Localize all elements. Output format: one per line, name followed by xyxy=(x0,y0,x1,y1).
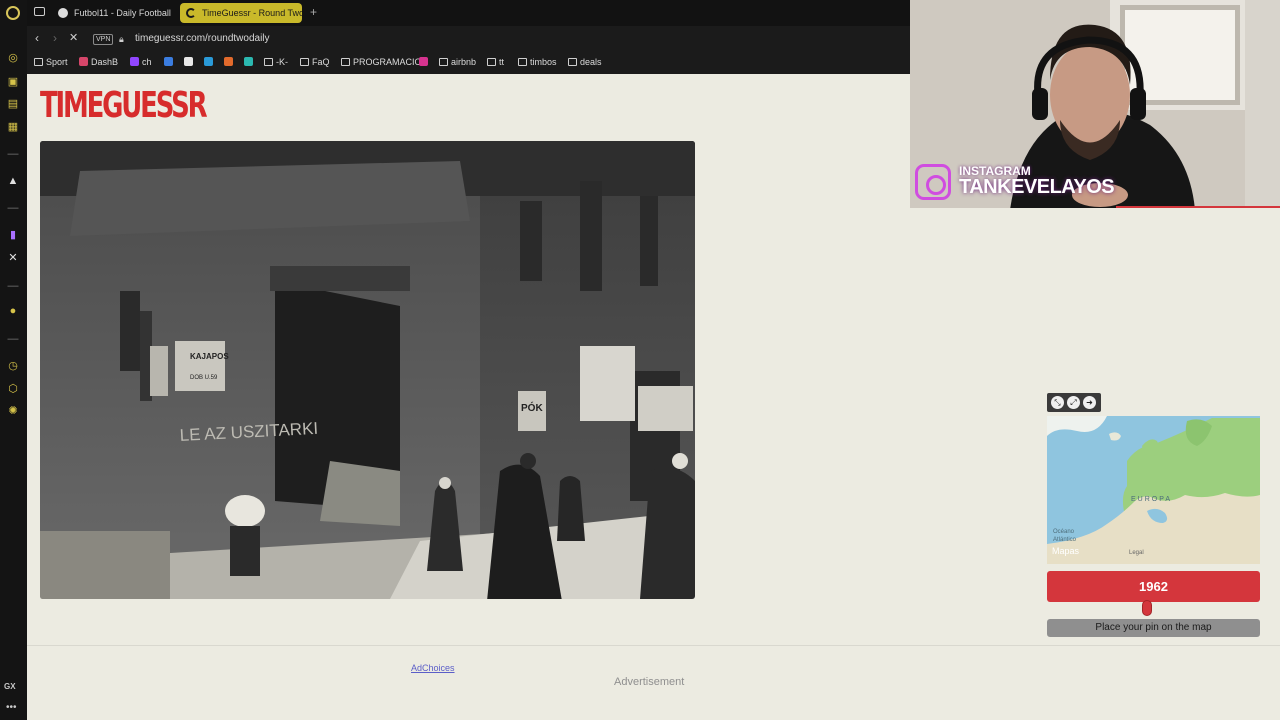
separator-icon: — xyxy=(7,280,19,292)
map-toolbar: ⤡ ⤢ ➜ xyxy=(1047,393,1101,412)
stop-loading-icon[interactable]: ✕ xyxy=(69,31,78,44)
tab-label: Futbol11 - Daily Football G xyxy=(74,8,172,18)
tab-timeguessr[interactable]: TimeGuessr - Round Two xyxy=(180,3,302,23)
map-ocean-label-2: Atlántico xyxy=(1053,537,1077,543)
tab-bar: Futbol11 - Daily Football G TimeGuessr -… xyxy=(27,0,910,26)
poster-subtext: DOB U.59 xyxy=(190,375,218,381)
vpn-badge[interactable]: VPN xyxy=(93,34,114,45)
folder-icon xyxy=(34,58,43,66)
forward-icon[interactable]: › xyxy=(53,31,57,45)
bookmark-dashb[interactable]: DashB xyxy=(79,57,118,67)
ad-choices-link[interactable]: AdChoices xyxy=(411,663,455,673)
timeguessr-logo[interactable]: TIMEGUESSR xyxy=(40,86,208,126)
folder-icon xyxy=(487,58,496,66)
browser-sidebar: ◎ ▣ ▤ ▦ — ▲ — ▮ ✕ — ● — ◷ ⬡ ✺ GX ••• xyxy=(0,0,27,720)
year-display: 1962 xyxy=(1047,571,1260,602)
folder-icon xyxy=(300,58,309,66)
settings-icon[interactable]: ✺ xyxy=(7,405,19,417)
globe-icon xyxy=(58,8,68,18)
wallet-icon[interactable]: ▤ xyxy=(7,98,19,110)
x-icon[interactable]: ✕ xyxy=(7,252,19,264)
workspaces-icon[interactable] xyxy=(34,7,45,16)
more-icon[interactable]: ••• xyxy=(6,702,17,713)
dashb-icon xyxy=(79,57,88,66)
separator-icon: — xyxy=(7,202,19,214)
folder-icon xyxy=(518,58,527,66)
advertisement-label: Advertisement xyxy=(614,676,685,688)
twitch-icon xyxy=(130,57,139,66)
extensions-icon[interactable]: ⬡ xyxy=(7,383,19,395)
map-legal-link[interactable]: Legal xyxy=(1129,550,1144,556)
bookmark-icon-2[interactable] xyxy=(184,57,196,67)
resize-map-icon[interactable]: ⤢ xyxy=(1067,396,1080,409)
instagram-icon xyxy=(419,57,428,66)
discord-icon xyxy=(184,57,193,66)
messenger-icon[interactable]: ▦ xyxy=(7,121,19,133)
bookmark-icon-1[interactable] xyxy=(164,57,176,67)
instagram-icon xyxy=(915,164,951,200)
ad-divider xyxy=(27,645,1280,646)
separator-icon: — xyxy=(7,148,19,160)
social-handle-label: TANKEVELAYOS xyxy=(959,176,1115,198)
tab-label: TimeGuessr - Round Two xyxy=(202,8,302,18)
crypto-icon[interactable]: ● xyxy=(7,305,19,317)
bookmark-icon-4[interactable] xyxy=(224,57,236,67)
bookmark-k[interactable]: -K- xyxy=(264,57,288,67)
folder-icon xyxy=(439,58,448,66)
site-icon xyxy=(164,57,173,66)
bookmark-faq[interactable]: FaQ xyxy=(300,57,330,67)
pin-map-icon[interactable]: ➜ xyxy=(1083,396,1096,409)
site-icon xyxy=(224,57,233,66)
place-pin-button[interactable]: Place your pin on the map xyxy=(1047,619,1260,637)
new-tab-icon[interactable]: + xyxy=(310,5,317,19)
separator-icon: — xyxy=(7,333,19,345)
folder-icon xyxy=(568,58,577,66)
back-icon[interactable]: ‹ xyxy=(35,31,39,45)
twitch-icon[interactable]: ▮ xyxy=(7,229,19,241)
loading-spinner-icon xyxy=(186,8,196,18)
year-slider-thumb[interactable] xyxy=(1142,600,1153,616)
url-field[interactable]: timeguessr.com/roundtwodaily xyxy=(135,33,270,44)
webcam-overlay: INSTAGRAM TANKEVELAYOS xyxy=(910,0,1280,208)
bookmark-deals[interactable]: deals xyxy=(568,57,602,67)
lock-icon[interactable]: 🔒︎ xyxy=(119,34,124,45)
bookmark-icon-5[interactable] xyxy=(244,57,256,67)
aria-icon[interactable]: ▲ xyxy=(7,175,19,187)
year-slider[interactable] xyxy=(1047,606,1260,612)
gx-label: GX xyxy=(4,682,16,691)
bookmark-timbos[interactable]: timbos xyxy=(518,57,557,67)
ai-icon[interactable]: ◎ xyxy=(7,52,19,64)
bookmark-programacion[interactable]: PROGRAMACION xyxy=(341,57,428,67)
map-region-label: EUROPA xyxy=(1131,496,1173,503)
history-icon[interactable]: ◷ xyxy=(7,360,19,372)
apple-maps-logo: Mapas xyxy=(1052,546,1080,556)
map-ocean-label: Océano xyxy=(1053,529,1075,535)
map-tiles xyxy=(1047,416,1260,564)
folder-icon xyxy=(341,58,350,66)
shop-sign-text: PÓK xyxy=(521,401,543,414)
bookmark-instagram[interactable] xyxy=(419,57,431,67)
bookmark-ch[interactable]: ch xyxy=(130,57,152,67)
bookmarks-bar: Sport DashB ch -K- FaQ PROGRAMACION airb… xyxy=(27,52,910,74)
bookmark-sport[interactable]: Sport xyxy=(34,57,68,67)
poster-text: KAJAPOS xyxy=(190,352,229,361)
guess-map[interactable]: EUROPA Océano Atlántico Mapas Legal xyxy=(1047,416,1260,564)
bookmark-tt[interactable]: tt xyxy=(487,57,504,67)
webcam-accent-bar xyxy=(1116,206,1280,208)
street-scene-image: LE AZ USZITARKI KAJAPOS DOB U.59 PÓK xyxy=(40,141,695,599)
folder-icon xyxy=(264,58,273,66)
site-icon xyxy=(204,57,213,66)
bag-icon[interactable]: ▣ xyxy=(7,76,19,88)
bookmark-airbnb[interactable]: airbnb xyxy=(439,57,476,67)
tab-futbol11[interactable]: Futbol11 - Daily Football G xyxy=(52,3,172,23)
address-bar: ‹ › ✕ VPN 🔒︎ timeguessr.com/roundtwodail… xyxy=(27,26,910,52)
bookmark-icon-3[interactable] xyxy=(204,57,216,67)
expand-map-icon[interactable]: ⤡ xyxy=(1051,396,1064,409)
opera-logo-icon[interactable] xyxy=(6,6,20,20)
site-icon xyxy=(244,57,253,66)
round-photo: LE AZ USZITARKI KAJAPOS DOB U.59 PÓK xyxy=(40,141,695,599)
